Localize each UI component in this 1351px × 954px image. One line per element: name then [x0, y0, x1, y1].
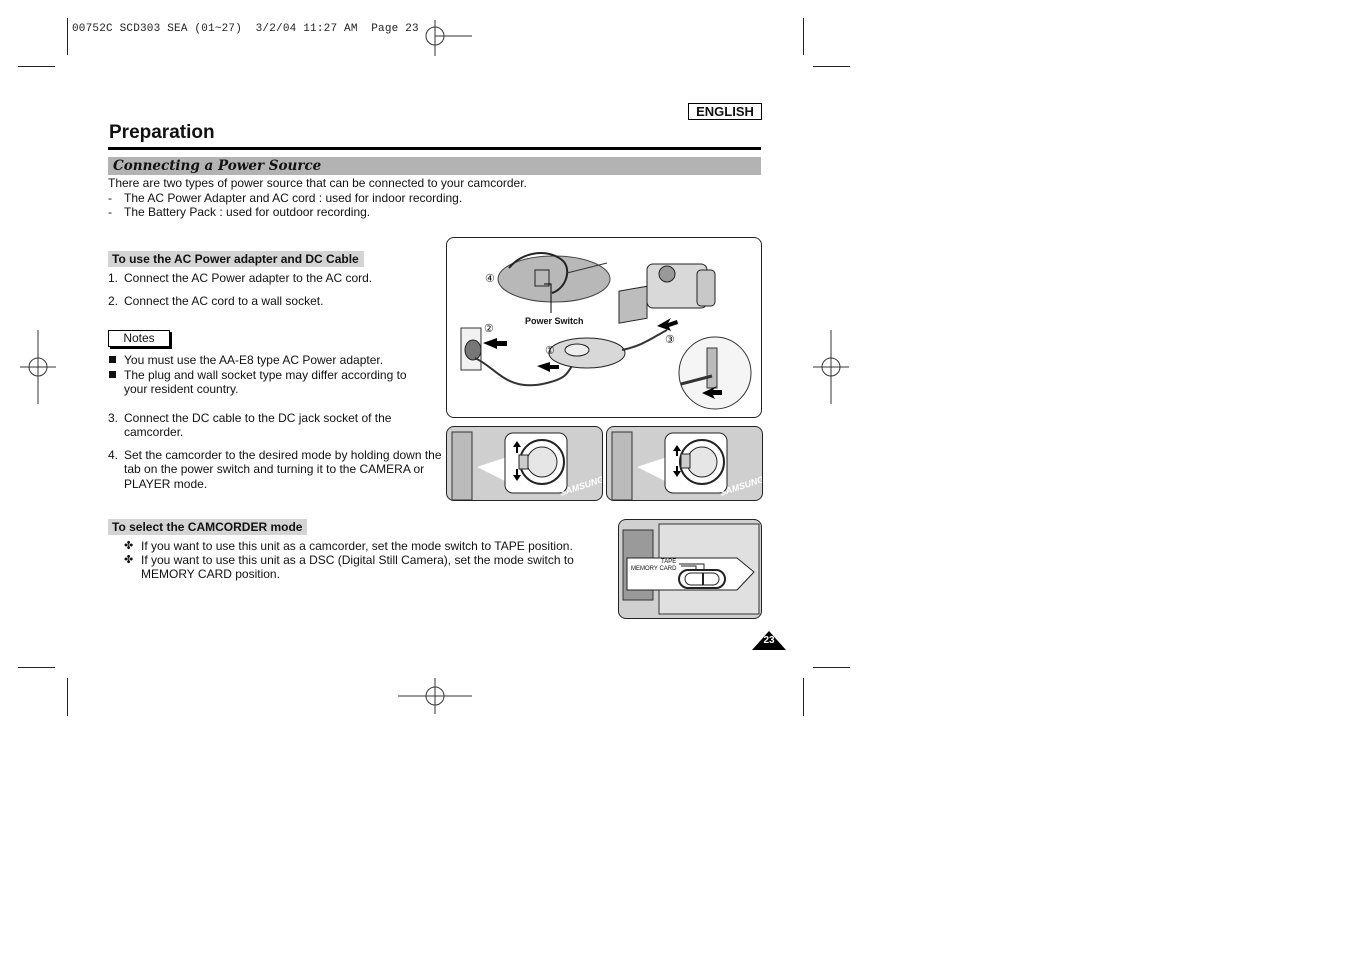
step-number: 4. — [108, 448, 119, 462]
mode-text: If you want to use this unit as a DSC (D… — [141, 553, 574, 567]
intro-text: There are two types of power source that… — [108, 176, 527, 190]
note-bullet-icon — [109, 371, 116, 378]
section-title: Connecting a Power Source — [113, 158, 322, 174]
callout-2: ② — [484, 323, 494, 335]
step-text: Set the camcorder to the desired mode by… — [124, 448, 442, 462]
print-slug-line: 00752C SCD303 SEA (01~27) 3/2/04 11:27 A… — [72, 23, 419, 35]
notes-label: Notes — [108, 330, 170, 347]
power-switch-label: Power Switch — [525, 316, 584, 326]
callout-3: ③ — [665, 334, 675, 346]
step-number: 2. — [108, 294, 119, 308]
connection-illustration — [460, 252, 752, 410]
step-number: 3. — [108, 411, 119, 425]
intro-item: The AC Power Adapter and AC cord : used … — [124, 191, 463, 205]
step-text: camcorder. — [124, 425, 184, 439]
crop-mark — [18, 66, 55, 67]
callout-1: ① — [545, 345, 555, 357]
power-dial-figure-camera: SAMSUNG — [446, 426, 603, 501]
registration-mark-icon — [813, 330, 849, 404]
registration-mark-icon — [425, 20, 472, 56]
connection-diagram: Power Switch ④ ② ① ③ — [446, 237, 762, 418]
page-title: Preparation — [109, 122, 215, 143]
mode-text: MEMORY CARD position. — [141, 567, 280, 581]
crop-mark — [803, 678, 804, 716]
title-rule — [108, 147, 761, 150]
crop-mark — [67, 678, 68, 716]
note-text: You must use the AA-E8 type AC Power ada… — [124, 353, 384, 367]
crop-mark — [813, 66, 850, 67]
mode-bullet-icon: ✤ — [124, 540, 134, 552]
language-label: ENGLISH — [688, 103, 762, 120]
crop-mark — [813, 667, 850, 668]
mode-switch-figure: TAPE MEMORY CARD — [618, 519, 762, 619]
step-text: PLAYER mode. — [124, 477, 208, 491]
step-text: Connect the AC cord to a wall socket. — [124, 294, 324, 308]
mode-memory-label: MEMORY CARD — [631, 566, 677, 572]
step-number: 1. — [108, 271, 119, 285]
subsection-heading-mode: To select the CAMCORDER mode — [108, 519, 308, 535]
step-text: tab on the power switch and turning it t… — [124, 462, 425, 476]
callout-4: ④ — [485, 273, 495, 285]
registration-mark-icon — [20, 330, 56, 404]
step-text: Connect the DC cable to the DC jack sock… — [124, 411, 392, 425]
intro-item-marker: - — [108, 191, 112, 205]
mode-text: If you want to use this unit as a camcor… — [141, 539, 573, 553]
note-bullet-icon — [109, 356, 116, 363]
crop-mark — [67, 18, 68, 55]
page-number-badge: 23 — [752, 631, 786, 650]
crop-mark — [18, 667, 55, 668]
intro-item-marker: - — [108, 205, 112, 219]
intro-item: The Battery Pack : used for outdoor reco… — [124, 205, 371, 219]
crop-mark — [803, 18, 804, 55]
note-text: The plug and wall socket type may differ… — [124, 368, 407, 382]
section-header: Connecting a Power Source — [108, 157, 761, 175]
mode-bullet-icon: ✤ — [124, 554, 134, 566]
power-dial-figure-player: SAMSUNG — [606, 426, 763, 501]
step-text: Connect the AC Power adapter to the AC c… — [124, 271, 373, 285]
registration-mark-icon — [398, 678, 472, 714]
note-text: your resident country. — [124, 382, 239, 396]
page-number: 23 — [763, 635, 775, 646]
subsection-heading-ac: To use the AC Power adapter and DC Cable — [108, 251, 364, 267]
